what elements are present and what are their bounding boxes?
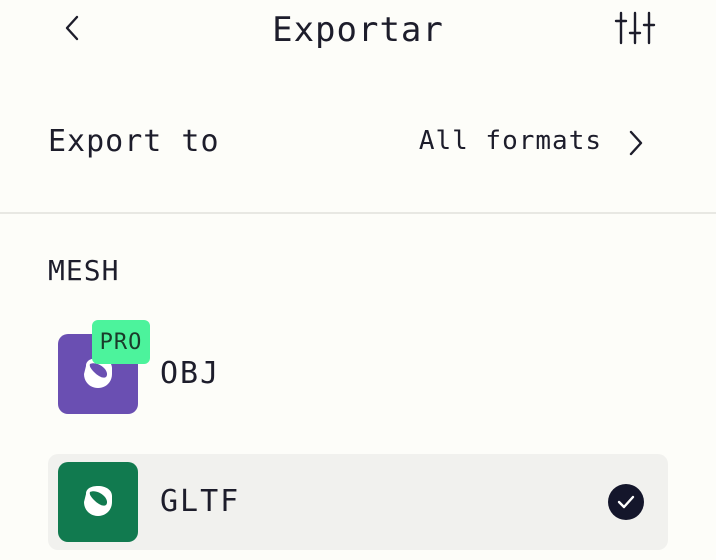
pro-badge: PRO	[92, 320, 150, 364]
format-name-gltf: GLTF	[160, 484, 241, 519]
export-to-row[interactable]: Export to All formats	[0, 110, 716, 174]
export-to-label: Export to	[48, 124, 220, 159]
check-icon	[608, 484, 644, 520]
format-row-obj[interactable]: PRO OBJ	[48, 320, 668, 422]
divider	[0, 212, 716, 214]
filter-button[interactable]	[612, 10, 658, 50]
sliders-icon	[613, 9, 657, 51]
export-format-value: All formats	[418, 126, 602, 156]
page-title: Exportar	[272, 10, 444, 50]
top-bar: Exportar	[0, 0, 716, 72]
section-title-mesh: MESH	[48, 254, 120, 287]
gltf-format-icon	[58, 462, 138, 542]
format-row-gltf[interactable]: GLTF	[48, 454, 668, 550]
format-name-obj: OBJ	[160, 356, 221, 391]
chevron-right-icon	[626, 128, 646, 158]
